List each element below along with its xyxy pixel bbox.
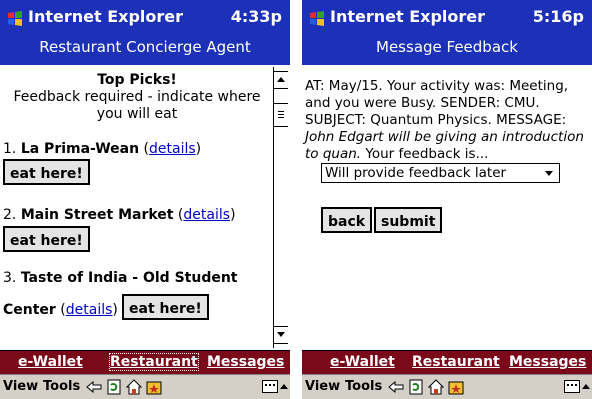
back-button[interactable]: back xyxy=(321,207,373,233)
eat-here-button[interactable]: eat here! xyxy=(3,159,90,185)
restaurant-name-cont: Center xyxy=(3,302,56,318)
tab-restaurant[interactable]: Restaurant xyxy=(109,353,199,371)
sip-up-arrow-icon[interactable] xyxy=(280,384,288,389)
refresh-icon[interactable] xyxy=(408,379,424,395)
tab-e-wallet[interactable]: e-Wallet xyxy=(330,354,395,370)
chevron-down-icon[interactable] xyxy=(545,171,553,176)
title-bar: Internet Explorer 5:16p Message Feedback xyxy=(302,0,592,65)
tab-e-wallet[interactable]: e-Wallet xyxy=(18,354,83,370)
app-title: Internet Explorer xyxy=(28,7,184,26)
restaurant-item-3: 3. Taste of India - Old Student xyxy=(3,270,238,286)
clock[interactable]: 5:16p xyxy=(533,7,584,26)
command-bar: View Tools xyxy=(0,374,290,399)
page-title: Message Feedback xyxy=(376,38,518,56)
details-link[interactable]: details xyxy=(66,302,113,318)
submit-button[interactable]: submit xyxy=(374,207,443,233)
title-bar: Internet Explorer 4:33p Restaurant Conci… xyxy=(0,0,290,65)
instruction-line-1: Feedback required - indicate where xyxy=(13,89,261,105)
restaurant-item-1: 1. La Prima-Wean (details) xyxy=(3,141,202,157)
top-picks-heading: Top Picks! xyxy=(97,72,177,88)
page-content: AT: May/15. Your activity was: Meeting, … xyxy=(302,67,592,348)
sip-up-arrow-icon[interactable] xyxy=(582,384,590,389)
back-arrow-icon[interactable] xyxy=(388,379,404,395)
home-icon[interactable] xyxy=(428,379,444,395)
app-title: Internet Explorer xyxy=(330,7,486,26)
page-title: Restaurant Concierge Agent xyxy=(39,38,251,56)
keyboard-icon[interactable] xyxy=(564,380,580,393)
details-link[interactable]: details xyxy=(183,207,230,223)
instruction-line-2: you will eat xyxy=(96,106,178,122)
vertical-scrollbar[interactable] xyxy=(273,67,288,348)
clock[interactable]: 4:33p xyxy=(231,7,282,26)
restaurant-name: Main Street Market xyxy=(20,207,174,223)
tab-restaurant[interactable]: Restaurant xyxy=(412,354,500,370)
message-text: AT: May/15. Your activity was: Meeting, … xyxy=(305,78,584,162)
feedback-select[interactable]: Will provide feedback later xyxy=(321,163,560,183)
restaurant-item-2: 2. Main Street Market (details) xyxy=(3,207,236,223)
tab-bar: e-Wallet Restaurant Messages xyxy=(0,350,290,374)
restaurant-name: La Prima-Wean xyxy=(20,141,140,157)
view-menu[interactable]: View xyxy=(305,379,340,394)
tools-menu[interactable]: Tools xyxy=(43,379,80,394)
windows-logo-icon[interactable] xyxy=(6,10,24,28)
page-content: Top Picks! Feedback required - indicate … xyxy=(0,67,290,348)
refresh-icon[interactable] xyxy=(106,379,122,395)
keyboard-icon[interactable] xyxy=(262,380,278,393)
command-bar: View Tools xyxy=(302,374,592,399)
scroll-thumb[interactable] xyxy=(274,103,288,127)
restaurant-item-3-cont: Center (details) xyxy=(3,302,118,318)
tab-messages[interactable]: Messages xyxy=(207,354,284,370)
eat-here-button[interactable]: eat here! xyxy=(3,226,90,252)
favorites-folder-icon[interactable] xyxy=(448,379,464,395)
tab-bar: e-Wallet Restaurant Messages xyxy=(302,350,592,374)
tab-messages[interactable]: Messages xyxy=(509,354,586,370)
scroll-up-arrow-icon[interactable] xyxy=(274,71,288,89)
eat-here-button[interactable]: eat here! xyxy=(122,294,209,320)
windows-logo-icon[interactable] xyxy=(308,10,326,28)
details-link[interactable]: details xyxy=(149,141,196,157)
back-arrow-icon[interactable] xyxy=(86,379,102,395)
tools-menu[interactable]: Tools xyxy=(345,379,382,394)
view-menu[interactable]: View xyxy=(3,379,38,394)
restaurant-name: Taste of India - Old Student xyxy=(20,270,238,286)
home-icon[interactable] xyxy=(126,379,142,395)
favorites-folder-icon[interactable] xyxy=(146,379,162,395)
right-pocketpc-screen: Internet Explorer 5:16p Message Feedback… xyxy=(302,0,592,399)
scroll-down-arrow-icon[interactable] xyxy=(274,326,288,344)
left-pocketpc-screen: Internet Explorer 4:33p Restaurant Conci… xyxy=(0,0,290,399)
